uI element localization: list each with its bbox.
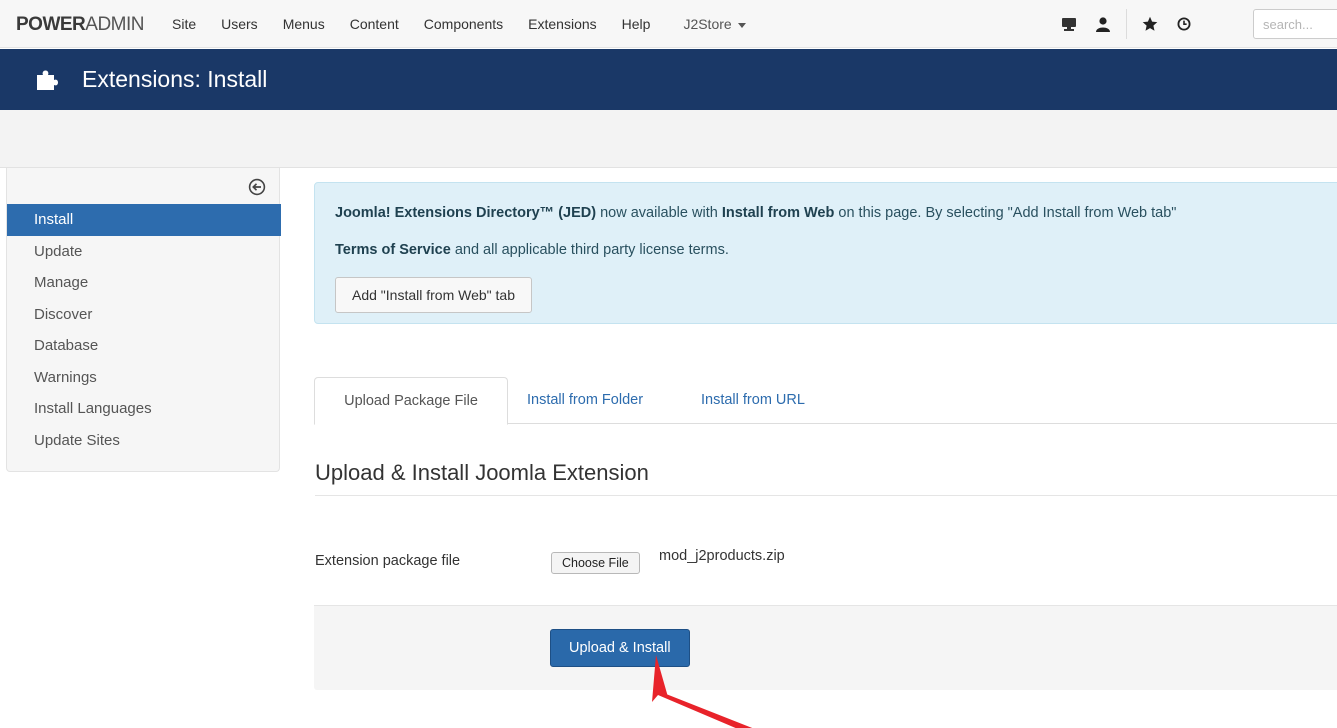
page-header: Extensions: Install bbox=[0, 49, 1337, 110]
install-from-web-text: Install from Web bbox=[721, 205, 835, 221]
sidebar-item-manage[interactable]: Manage bbox=[7, 267, 281, 299]
menu-menus[interactable]: Menus bbox=[283, 16, 325, 32]
circle-arrow-left-icon[interactable] bbox=[248, 178, 266, 196]
terms-of-service-link[interactable]: Terms of Service bbox=[335, 242, 451, 258]
sidebar-item-update-sites[interactable]: Update Sites bbox=[7, 425, 281, 457]
top-navbar: POWERADMIN Site Users Menus Content Comp… bbox=[0, 0, 1337, 48]
jed-name: Joomla! Extensions Directory™ (JED) bbox=[335, 205, 597, 221]
menu-j2store-label: J2Store bbox=[683, 16, 732, 32]
tab-install-from-folder[interactable]: Install from Folder bbox=[527, 377, 643, 424]
main-menu: Site Users Menus Content Components Exte… bbox=[172, 0, 771, 48]
choose-file-button[interactable]: Choose File bbox=[551, 552, 640, 574]
page-title: Extensions: Install bbox=[82, 66, 268, 92]
menu-site[interactable]: Site bbox=[172, 16, 196, 32]
caret-down-icon bbox=[737, 22, 746, 28]
legend-divider bbox=[315, 495, 1337, 496]
sidebar: Install Update Manage Discover Database … bbox=[6, 168, 281, 472]
menu-help[interactable]: Help bbox=[622, 16, 651, 32]
sidebar-item-update[interactable]: Update bbox=[7, 236, 281, 268]
clock-icon[interactable] bbox=[1167, 0, 1201, 48]
extension-package-file-label: Extension package file bbox=[315, 553, 461, 569]
menu-users[interactable]: Users bbox=[221, 16, 258, 32]
brand-logo[interactable]: POWERADMIN bbox=[16, 14, 145, 36]
monitor-icon[interactable] bbox=[1052, 0, 1086, 48]
user-icon[interactable] bbox=[1086, 0, 1120, 48]
puzzle-icon bbox=[35, 68, 59, 95]
toolbar-icons bbox=[1052, 0, 1201, 48]
menu-content[interactable]: Content bbox=[350, 16, 399, 32]
menu-extensions[interactable]: Extensions bbox=[528, 16, 596, 32]
sidebar-item-install-languages[interactable]: Install Languages bbox=[7, 393, 281, 425]
form-legend: Upload & Install Joomla Extension bbox=[315, 460, 649, 485]
sidebar-item-warnings[interactable]: Warnings bbox=[7, 362, 281, 394]
add-install-from-web-tab-button[interactable]: Add "Install from Web" tab bbox=[335, 277, 532, 313]
toolbar-divider bbox=[1126, 9, 1127, 39]
search-input[interactable] bbox=[1253, 9, 1337, 39]
toolbar-band bbox=[0, 110, 1337, 168]
sidebar-item-discover[interactable]: Discover bbox=[7, 299, 281, 331]
red-arrow-annotation-icon bbox=[640, 655, 780, 728]
tab-install-from-url[interactable]: Install from URL bbox=[701, 377, 805, 424]
menu-components[interactable]: Components bbox=[424, 16, 503, 32]
sidebar-item-database[interactable]: Database bbox=[7, 330, 281, 362]
install-tabs: Upload Package File Install from Folder … bbox=[314, 377, 1337, 425]
sidebar-nav: Install Update Manage Discover Database … bbox=[7, 204, 281, 456]
selected-file-name: mod_j2products.zip bbox=[659, 548, 785, 564]
alert-line-2: Terms of Service and all applicable thir… bbox=[335, 242, 729, 258]
star-icon[interactable] bbox=[1133, 0, 1167, 48]
menu-j2store[interactable]: J2Store bbox=[683, 16, 746, 32]
jed-info-alert: Joomla! Extensions Directory™ (JED) now … bbox=[314, 182, 1337, 324]
sidebar-item-install[interactable]: Install bbox=[7, 204, 281, 236]
tab-upload-package-file[interactable]: Upload Package File bbox=[314, 377, 508, 425]
alert-line-1: Joomla! Extensions Directory™ (JED) now … bbox=[335, 205, 1177, 221]
form-actions: Upload & Install bbox=[314, 605, 1337, 690]
